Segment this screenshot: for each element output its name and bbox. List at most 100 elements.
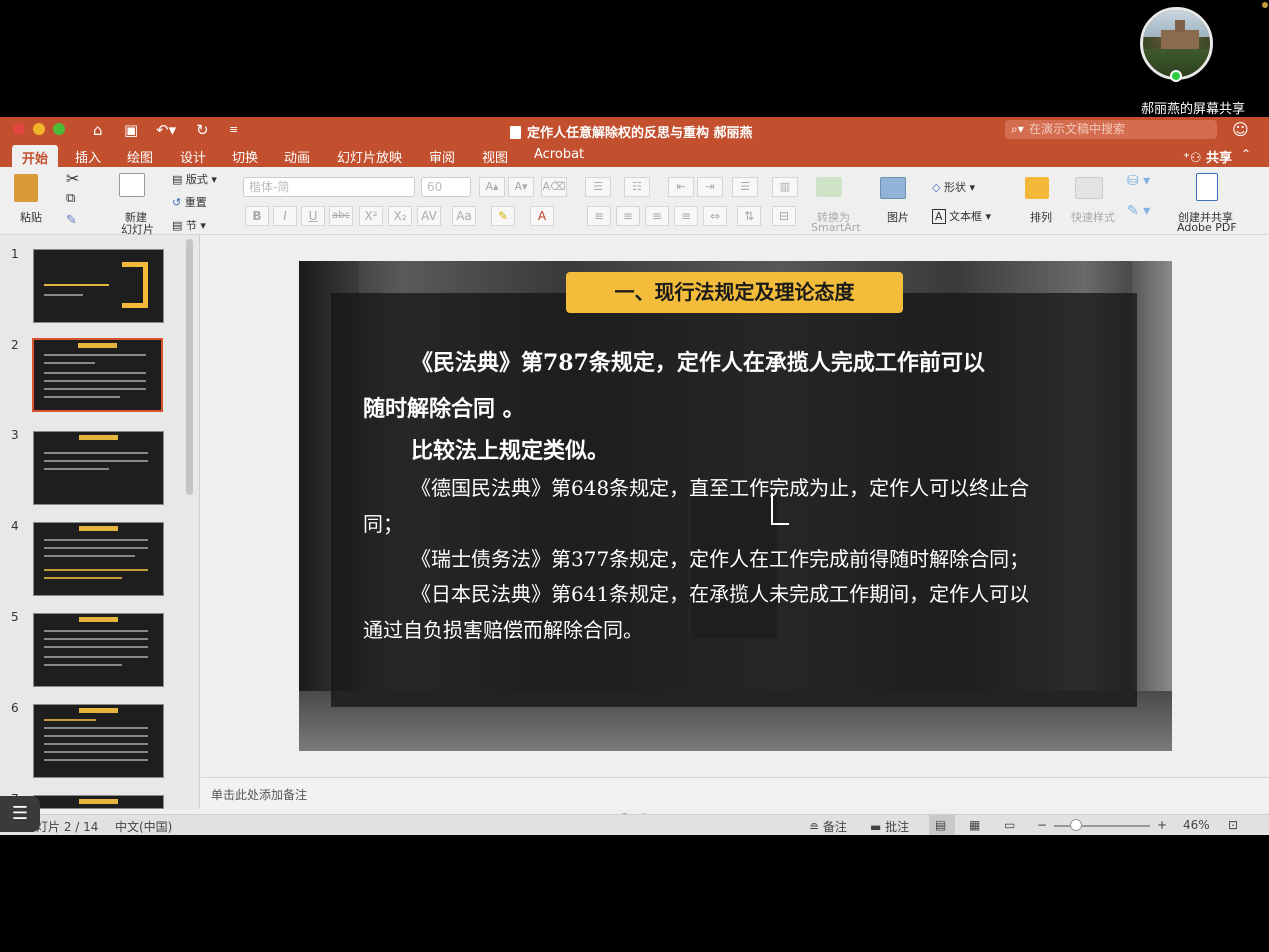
section-button[interactable]: ▤ 节 ▾ (172, 217, 206, 233)
normal-view-icon[interactable]: ▤ (935, 818, 946, 832)
reset-button[interactable]: ↺ 重置 (172, 194, 207, 210)
zoom-slider[interactable] (1054, 825, 1150, 827)
text-direction-icon[interactable]: ⇅ (737, 206, 761, 226)
align-center-icon[interactable]: ≡ (616, 206, 640, 226)
textbox-button[interactable]: A 文本框 ▾ (932, 208, 991, 224)
zoom-slider-handle[interactable] (1070, 819, 1082, 831)
increase-font-icon[interactable]: A▴ (479, 177, 505, 197)
quick-styles-label[interactable]: 快速样式 (1071, 209, 1115, 225)
tab-design[interactable]: 设计 (180, 147, 206, 166)
underline-icon[interactable]: U (301, 206, 325, 226)
shape-outline-icon[interactable]: ✎ ▾ (1127, 203, 1150, 219)
tab-slideshow[interactable]: 幻灯片放映 (337, 147, 402, 166)
tab-animations[interactable]: 动画 (284, 147, 310, 166)
adobe-pdf-icon[interactable] (1196, 173, 1218, 201)
slide-sorter-icon[interactable]: ▦ (969, 818, 980, 832)
highlight-icon[interactable]: ✎ (491, 206, 515, 226)
collapse-ribbon-icon[interactable]: ⌃ (1241, 147, 1251, 161)
format-painter-icon[interactable]: ✎ (66, 213, 77, 228)
customize-toolbar-icon[interactable]: ≡ (229, 120, 238, 140)
line-spacing-icon[interactable]: ☰ (732, 177, 758, 197)
slide-text-line[interactable]: 《德国民法典》第648条规定，直至工作完成为止，定作人可以终止合 (411, 472, 1029, 501)
italic-icon[interactable]: I (273, 206, 297, 226)
slide-thumbnail-2[interactable] (32, 338, 163, 412)
save-icon[interactable]: ▣ (124, 120, 138, 140)
slide-text-line[interactable]: 随时解除合同 。 (363, 391, 525, 423)
font-size-field[interactable]: 60 (421, 177, 471, 197)
slide-text-line[interactable]: 比较法上规定类似。 (411, 433, 609, 465)
change-case-icon[interactable]: Aa (452, 206, 476, 226)
shapes-button[interactable]: ◇ 形状 ▾ (932, 179, 975, 195)
font-color-icon[interactable]: A (530, 206, 554, 226)
superscript-icon[interactable]: X² (359, 206, 383, 226)
tab-review[interactable]: 审阅 (429, 147, 455, 166)
slide-thumbnail-5[interactable] (33, 613, 164, 687)
shape-fill-icon[interactable]: ⛁ ▾ (1127, 173, 1150, 189)
slide-thumbnail-6[interactable] (33, 704, 164, 778)
tab-view[interactable]: 视图 (482, 147, 508, 166)
align-text-icon[interactable]: ⊟ (772, 206, 796, 226)
menu-list-icon[interactable]: ☰ (0, 796, 40, 832)
reading-view-icon[interactable]: ▭ (1004, 818, 1015, 832)
smartart-icon[interactable] (816, 177, 842, 197)
tab-insert[interactable]: 插入 (75, 147, 101, 166)
slide-text-line[interactable]: 《日本民法典》第641条规定，在承揽人未完成工作期间，定作人可以 (411, 578, 1029, 607)
slide-thumbnail-4[interactable] (33, 522, 164, 596)
minimize-window-button[interactable] (33, 123, 45, 135)
arrange-icon[interactable] (1025, 177, 1049, 199)
slide-text-line[interactable]: 《瑞士债务法》第377条规定，定作人在工作完成前得随时解除合同； (411, 543, 1029, 572)
search-input[interactable]: ⌕▾ 在演示文稿中搜索 (1005, 120, 1217, 139)
bullets-icon[interactable]: ☰ (585, 177, 611, 197)
layout-button[interactable]: ▤ 版式 ▾ (172, 171, 217, 187)
close-window-button[interactable] (13, 123, 25, 135)
home-icon[interactable]: ⌂ (93, 120, 103, 140)
zoom-out-icon[interactable]: − (1037, 818, 1047, 832)
justify-icon[interactable]: ≡ (674, 206, 698, 226)
slide-thumbnail-1[interactable] (33, 249, 164, 323)
notes-pane[interactable]: 单击此处添加备注 (201, 777, 1269, 809)
slide-text-line[interactable]: 《民法典》第787条规定，定作人在承揽人完成工作前可以 (411, 345, 985, 377)
bold-icon[interactable]: B (245, 206, 269, 226)
slide-canvas[interactable]: 一、现行法规定及理论态度 《民法典》第787条规定，定作人在承揽人完成工作前可以… (299, 261, 1172, 751)
paste-label[interactable]: 粘贴 (20, 209, 42, 225)
increase-indent-icon[interactable]: ⇥ (697, 177, 723, 197)
font-name-field[interactable]: 楷体-简 (243, 177, 415, 197)
strikethrough-icon[interactable]: abc (329, 206, 353, 226)
slide-heading[interactable]: 一、现行法规定及理论态度 (566, 272, 903, 313)
decrease-indent-icon[interactable]: ⇤ (668, 177, 694, 197)
redo-icon[interactable]: ↻ (196, 120, 209, 140)
tab-transitions[interactable]: 切换 (232, 147, 258, 166)
feedback-smiley-icon[interactable]: ☺ (1232, 120, 1249, 139)
align-left-icon[interactable]: ≡ (587, 206, 611, 226)
thumbnail-scrollbar[interactable] (186, 239, 193, 495)
share-button[interactable]: ⁺⚇ 共享 (1183, 147, 1232, 166)
cut-icon[interactable]: ✂ (66, 169, 79, 188)
slide-thumbnail-3[interactable] (33, 431, 164, 505)
notes-toggle[interactable]: ≘ 备注 (809, 818, 847, 835)
fit-to-window-icon[interactable]: ⊡ (1228, 818, 1238, 832)
numbering-icon[interactable]: ☷ (624, 177, 650, 197)
picture-label[interactable]: 图片 (887, 209, 909, 225)
picture-icon[interactable] (880, 177, 906, 199)
clear-format-icon[interactable]: A⌫ (541, 177, 567, 197)
align-right-icon[interactable]: ≡ (645, 206, 669, 226)
subscript-icon[interactable]: X₂ (388, 206, 412, 226)
tab-draw[interactable]: 绘图 (127, 147, 153, 166)
comments-toggle[interactable]: ▬ 批注 (870, 818, 909, 835)
char-spacing-icon[interactable]: AV (417, 206, 441, 226)
adobe-pdf-label-2[interactable]: Adobe PDF (1177, 221, 1237, 234)
tab-acrobat[interactable]: Acrobat (534, 147, 584, 162)
zoom-in-icon[interactable]: + (1157, 818, 1167, 832)
maximize-window-button[interactable] (53, 123, 65, 135)
convert-smartart-label-2[interactable]: SmartArt (811, 221, 861, 234)
notes-placeholder[interactable]: 单击此处添加备注 (211, 786, 307, 803)
slide-text-line[interactable]: 通过自负损害赔偿而解除合同。 (363, 614, 643, 643)
undo-icon[interactable]: ↶▾ (156, 120, 176, 140)
columns-icon[interactable]: ▥ (772, 177, 798, 197)
slide-thumbnail-7[interactable] (33, 795, 164, 809)
language-indicator[interactable]: 中文(中国) (115, 818, 172, 835)
zoom-level[interactable]: 46% (1183, 818, 1210, 832)
arrange-label[interactable]: 排列 (1030, 209, 1052, 225)
slide-text-line[interactable]: 同； (363, 508, 403, 537)
quick-styles-icon[interactable] (1075, 177, 1103, 199)
